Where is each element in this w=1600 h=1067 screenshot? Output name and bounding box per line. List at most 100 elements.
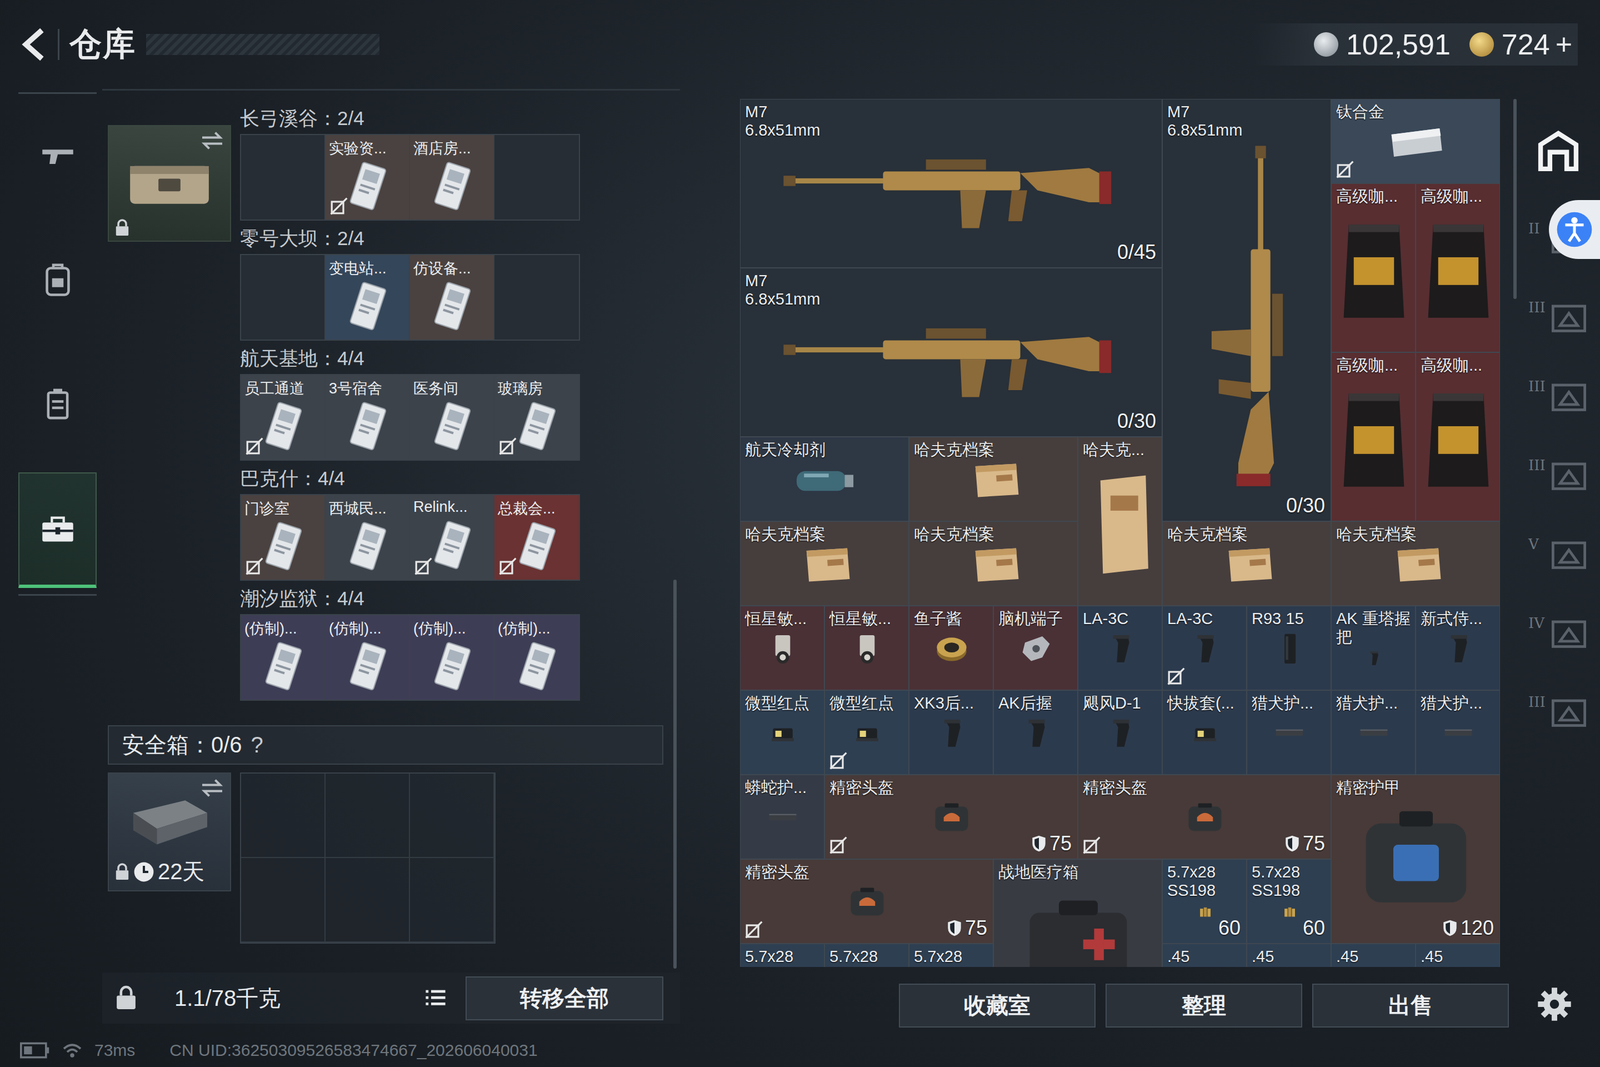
key-slot-empty[interactable] bbox=[241, 255, 326, 340]
stash-item[interactable]: 脑机端子 bbox=[993, 605, 1078, 690]
scrollbar[interactable] bbox=[1513, 98, 1517, 299]
safe-slot[interactable] bbox=[410, 857, 495, 943]
action-button[interactable]: 出售 bbox=[1312, 983, 1509, 1028]
key-slot[interactable]: Relink... bbox=[410, 495, 495, 580]
top-up-button[interactable]: + bbox=[1555, 27, 1573, 62]
key-slot[interactable]: (仿制)... bbox=[241, 615, 326, 700]
stash-item[interactable]: 哈夫克档案 bbox=[908, 436, 1078, 522]
stash-item[interactable]: 精密头盔 75 bbox=[824, 774, 1078, 859]
key-slot[interactable]: 仿设备... bbox=[410, 255, 495, 340]
stash-item[interactable]: 5.7x28 bbox=[908, 943, 994, 967]
stash-item[interactable]: LA-3C bbox=[1077, 605, 1163, 690]
key-slot[interactable]: (仿制)... bbox=[410, 615, 495, 700]
key-slot[interactable]: (仿制)... bbox=[325, 615, 410, 700]
stash-item[interactable]: 猎犬护... bbox=[1246, 690, 1332, 775]
stash-tab[interactable]: III bbox=[1528, 693, 1589, 729]
key-slot[interactable]: 玻璃房 bbox=[494, 375, 579, 460]
home-tab[interactable] bbox=[1535, 127, 1582, 177]
key-slot[interactable]: (仿制)... bbox=[494, 615, 579, 700]
safe-slot[interactable] bbox=[241, 773, 326, 858]
keycard-holder[interactable] bbox=[107, 125, 232, 242]
nav-item[interactable] bbox=[18, 223, 97, 337]
stash-item[interactable]: 战地医疗箱 bbox=[993, 858, 1163, 967]
stash-item[interactable]: R93 15 bbox=[1246, 605, 1332, 690]
safe-slot[interactable] bbox=[325, 857, 410, 943]
nav-item[interactable] bbox=[18, 348, 97, 461]
key-slot[interactable]: 员工通道 bbox=[241, 375, 326, 460]
stash-item[interactable]: 恒星敏... bbox=[824, 605, 909, 690]
stash-item[interactable]: 5.7x28 SS198 60 bbox=[1162, 858, 1247, 944]
stash-item[interactable]: 哈夫克档案 bbox=[908, 521, 1078, 606]
stash-item[interactable]: 高级咖... bbox=[1331, 183, 1416, 353]
stash-item[interactable]: .45 bbox=[1415, 943, 1500, 967]
key-slot-empty[interactable] bbox=[241, 135, 326, 220]
stash-item[interactable]: 精密护甲 120 bbox=[1331, 774, 1500, 944]
stash-item[interactable]: 微型红点 bbox=[740, 690, 825, 775]
stash-item[interactable]: 哈夫克档案 bbox=[740, 521, 909, 606]
accessibility-button[interactable] bbox=[1548, 200, 1600, 259]
transfer-all-button[interactable]: 转移全部 bbox=[465, 976, 664, 1020]
stash-item[interactable]: 哈夫克档案 bbox=[1331, 521, 1500, 606]
help-button[interactable]: ? bbox=[251, 732, 264, 758]
stash-item[interactable]: 飓风D-1 bbox=[1077, 690, 1163, 775]
key-slot[interactable]: 门诊室 bbox=[241, 495, 326, 580]
key-slot[interactable]: 医务间 bbox=[410, 375, 495, 460]
key-slot[interactable]: 酒店房... bbox=[410, 135, 495, 220]
key-slot[interactable]: 西城民... bbox=[325, 495, 410, 580]
stash-item[interactable]: M7 6.8x51mm 0/30 bbox=[1162, 98, 1332, 522]
scrollbar[interactable] bbox=[673, 579, 677, 969]
settings-gear-icon[interactable] bbox=[1536, 985, 1573, 1023]
key-slot[interactable]: 3号宿舍 bbox=[325, 375, 410, 460]
swap-icon[interactable] bbox=[200, 130, 225, 151]
stash-item[interactable]: 5.7x28 bbox=[740, 943, 825, 967]
key-slot[interactable]: 实验资... bbox=[325, 135, 410, 220]
stash-item[interactable]: 哈夫克... bbox=[1077, 436, 1163, 606]
list-view-button[interactable] bbox=[418, 981, 453, 1015]
stash-tab[interactable]: IV bbox=[1528, 614, 1589, 650]
stash-item[interactable]: 猎犬护... bbox=[1415, 690, 1500, 775]
stash-item[interactable]: .45 bbox=[1246, 943, 1332, 967]
nav-item[interactable] bbox=[18, 472, 97, 588]
stash-item[interactable]: 微型红点 bbox=[824, 690, 909, 775]
action-button[interactable]: 收藏室 bbox=[898, 983, 1096, 1028]
stash-item[interactable]: 精密头盔 75 bbox=[1077, 774, 1332, 859]
key-slot[interactable]: 变电站... bbox=[325, 255, 410, 340]
stash-item[interactable]: M7 6.8x51mm 0/45 bbox=[740, 98, 1163, 268]
stash-item[interactable]: 恒星敏... bbox=[740, 605, 825, 690]
stash-item[interactable]: 快拔套(... bbox=[1162, 690, 1247, 775]
stash-item[interactable]: .45 bbox=[1331, 943, 1416, 967]
stash-item[interactable]: 猎犬护... bbox=[1331, 690, 1416, 775]
nav-item[interactable] bbox=[18, 100, 97, 213]
stash-item[interactable]: .45 bbox=[1162, 943, 1247, 967]
stash-item[interactable]: XK3后... bbox=[908, 690, 994, 775]
stash-item[interactable]: 5.7x28 SS198 60 bbox=[1246, 858, 1332, 944]
stash-item[interactable]: LA-3C bbox=[1162, 605, 1247, 690]
action-button[interactable]: 整理 bbox=[1105, 983, 1303, 1028]
safe-box-thumbnail[interactable]: 22天 bbox=[107, 772, 232, 892]
stash-item[interactable]: 精密头盔 75 bbox=[740, 858, 994, 944]
stash-item[interactable]: AK后握 bbox=[993, 690, 1078, 775]
back-arrow-icon[interactable] bbox=[20, 26, 48, 63]
safe-slot[interactable] bbox=[241, 857, 326, 943]
stash-item[interactable]: 5.7x28 bbox=[824, 943, 909, 967]
stash-tab[interactable]: V bbox=[1528, 535, 1589, 572]
stash-item[interactable]: AK 重塔握把 bbox=[1331, 605, 1416, 690]
stash-tab[interactable]: III bbox=[1528, 377, 1589, 414]
stash-item[interactable]: 钛合金 bbox=[1331, 98, 1500, 184]
safe-slot[interactable] bbox=[325, 773, 410, 858]
safe-slot[interactable] bbox=[410, 773, 495, 858]
stash-item[interactable]: 鱼子酱 bbox=[908, 605, 994, 690]
stash-tab[interactable]: III bbox=[1528, 298, 1589, 335]
stash-item[interactable]: 高级咖... bbox=[1331, 352, 1416, 522]
stash-item[interactable]: 航天冷却剂 bbox=[740, 436, 909, 522]
key-slot-empty[interactable] bbox=[494, 135, 579, 220]
swap-icon[interactable] bbox=[200, 777, 225, 798]
stash-item[interactable]: M7 6.8x51mm 0/30 bbox=[740, 267, 1163, 437]
stash-item[interactable]: 蟒蛇护... bbox=[740, 774, 825, 859]
stash-item[interactable]: 哈夫克档案 bbox=[1162, 521, 1332, 606]
stash-tab[interactable]: III bbox=[1528, 456, 1589, 493]
stash-item[interactable]: 高级咖... bbox=[1415, 183, 1500, 353]
stash-item[interactable]: 新式侍... bbox=[1415, 605, 1500, 690]
stash-item[interactable]: 高级咖... bbox=[1415, 352, 1500, 522]
key-slot-empty[interactable] bbox=[494, 255, 579, 340]
